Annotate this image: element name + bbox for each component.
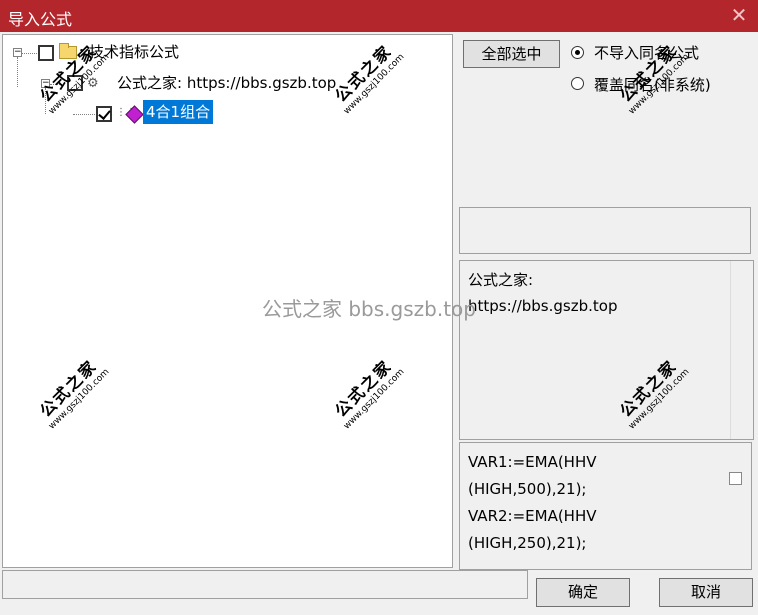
code-text: VAR1:=EMA(HHV (HIGH,500),21); VAR2:=EMA(… xyxy=(468,449,597,557)
tree-connector xyxy=(50,84,64,85)
tree-item-root-label[interactable]: 技术指标公式 xyxy=(89,39,179,65)
formula-info-panel: 公式之家: https://bbs.gszb.top xyxy=(459,260,754,440)
radio-overwrite-label[interactable]: 覆盖同名(非系统) xyxy=(594,74,711,95)
code-line: VAR2:=EMA(HHV xyxy=(468,507,597,525)
radio-no-import-label[interactable]: 不导入同名公式 xyxy=(594,42,699,63)
code-line: (HIGH,500),21); xyxy=(468,480,587,498)
radio-no-import[interactable] xyxy=(571,46,584,59)
tree-checkbox-child[interactable] xyxy=(67,75,83,91)
folder-icon xyxy=(59,43,77,59)
watermark-text: 公式之家 bbs.gszb.top xyxy=(262,297,476,321)
dialog-body: − 技术指标公式 − ⚙ 公式之家: https://bbs.gszb.top … xyxy=(0,32,758,615)
description-field xyxy=(459,207,751,254)
window-title: 导入公式 xyxy=(8,10,73,29)
cancel-button[interactable]: 取消 xyxy=(659,578,753,607)
tree-connector xyxy=(22,53,37,54)
code-option-checkbox[interactable] xyxy=(729,472,742,485)
tree-expander-root[interactable]: − xyxy=(13,48,22,57)
close-icon[interactable]: ✕ xyxy=(726,2,752,28)
title-bar: 导入公式 ✕ xyxy=(0,0,758,32)
tree-checkbox-leaf[interactable] xyxy=(96,106,112,122)
ok-button[interactable]: 确定 xyxy=(536,578,630,607)
radio-overwrite[interactable] xyxy=(571,77,584,90)
tree-item-leaf-label[interactable]: 4合1组合 xyxy=(143,100,214,124)
tree-connector xyxy=(17,57,18,87)
formula-code-panel: VAR1:=EMA(HHV (HIGH,500),21); VAR2:=EMA(… xyxy=(459,442,752,570)
status-bar xyxy=(2,570,528,599)
code-line: (HIGH,250),21); xyxy=(468,534,587,552)
info-text: 公式之家: https://bbs.gszb.top xyxy=(468,267,617,319)
info-line: https://bbs.gszb.top xyxy=(468,297,618,315)
tree-connector xyxy=(73,114,95,115)
tree-item-child-label[interactable]: 公式之家: https://bbs.gszb.top xyxy=(117,70,336,96)
info-scrollbar[interactable] xyxy=(730,261,753,439)
code-line: VAR1:=EMA(HHV xyxy=(468,453,597,471)
select-all-button[interactable]: 全部选中 xyxy=(463,40,560,68)
tree-checkbox-root[interactable] xyxy=(38,45,54,61)
tree-connector xyxy=(45,88,46,114)
gear-icon: ⚙ xyxy=(87,76,99,91)
info-line: 公式之家: xyxy=(468,271,534,289)
tree-expander-child[interactable]: − xyxy=(41,79,50,88)
